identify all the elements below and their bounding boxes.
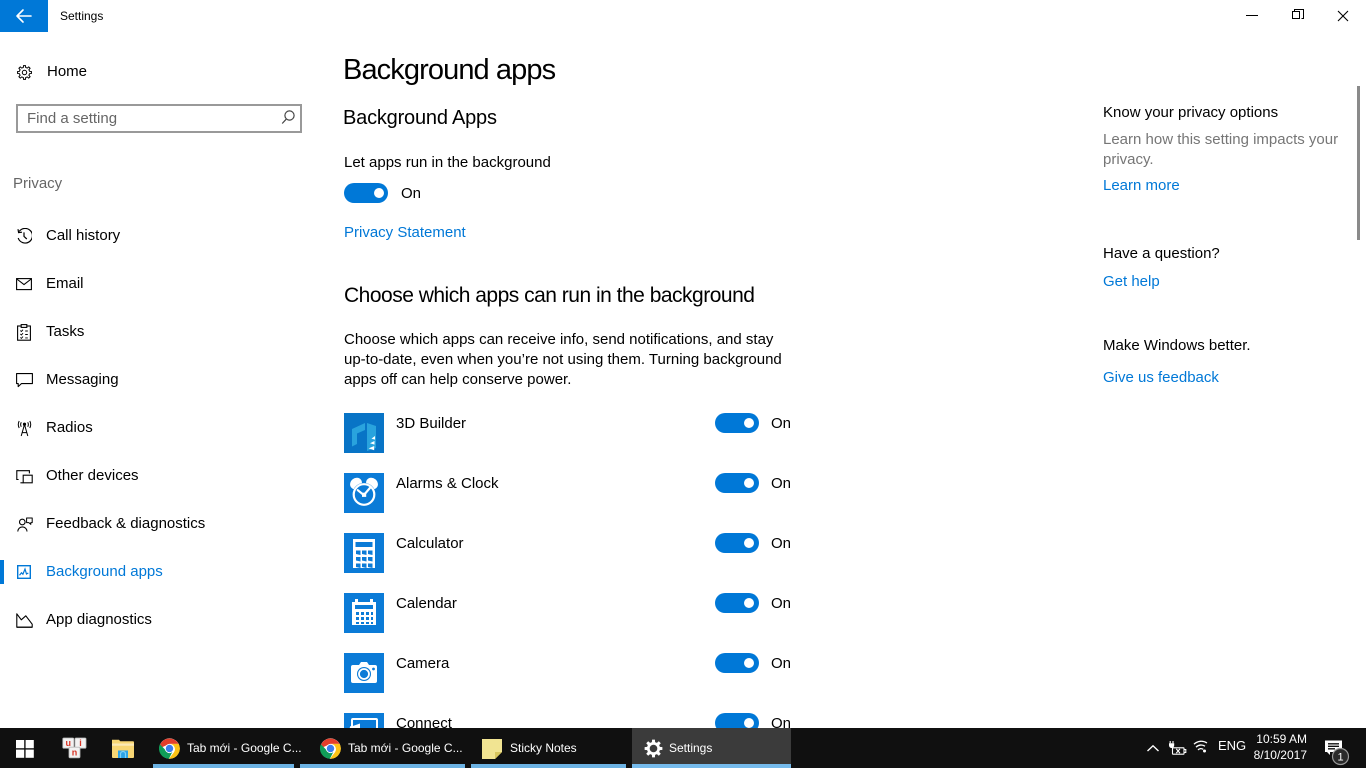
svg-text:n: n <box>72 748 78 758</box>
svg-text:i: i <box>79 738 82 748</box>
svg-text:u: u <box>66 738 72 748</box>
svg-text:1: 1 <box>1337 751 1343 763</box>
